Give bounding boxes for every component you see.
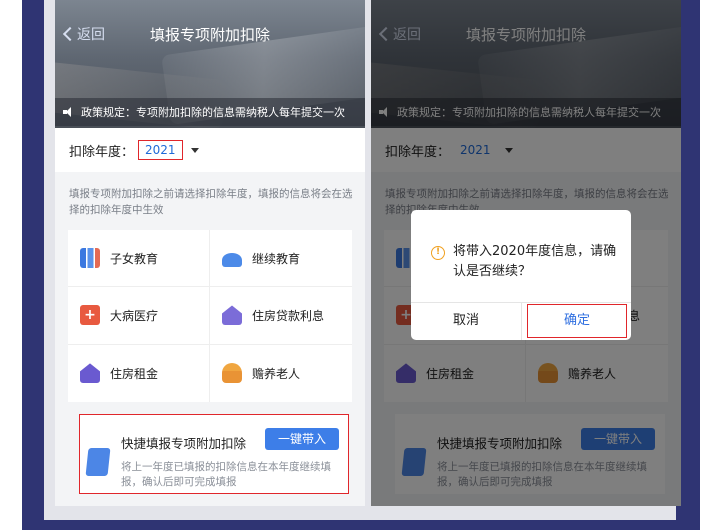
house-yen-icon bbox=[222, 305, 242, 326]
medical-kit-icon bbox=[80, 305, 100, 326]
books-icon bbox=[80, 248, 100, 269]
category-label: 住房租金 bbox=[110, 366, 159, 381]
graduation-cap-icon bbox=[222, 253, 242, 268]
year-selector[interactable]: 扣除年度： 2021 bbox=[55, 128, 365, 172]
category-children-education[interactable]: 子女教育 bbox=[68, 230, 210, 288]
category-label: 住房贷款利息 bbox=[252, 308, 325, 323]
page-title: 填报专项附加扣除 bbox=[149, 26, 270, 44]
year-label: 扣除年度： bbox=[69, 144, 135, 160]
year-value[interactable]: 2021 bbox=[138, 140, 183, 160]
category-label: 继续教育 bbox=[252, 251, 301, 266]
elderly-person-icon bbox=[222, 363, 242, 384]
speaker-icon bbox=[63, 107, 75, 117]
cancel-button[interactable]: 取消 bbox=[411, 302, 521, 340]
hint-text: 填报专项附加扣除之前请选择扣除年度，填报的信息将会在选择的扣除年度中生效 bbox=[69, 188, 353, 216]
dialog-message: 将带入2020年度信息，请确认是否继续？ bbox=[453, 244, 617, 279]
confirm-button[interactable]: 确定 bbox=[527, 304, 627, 338]
screen-confirm-dialog: 返回 填报专项附加扣除 政策规定：专项附加扣除的信息需纳税人每年提交一次 扣除年… bbox=[371, 0, 681, 506]
policy-text: 政策规定：专项附加扣除的信息需纳税人每年提交一次 bbox=[81, 106, 345, 119]
category-continuing-education[interactable]: 继续教育 bbox=[210, 230, 352, 288]
category-medical[interactable]: 大病医疗 bbox=[68, 287, 210, 345]
category-label: 子女教育 bbox=[110, 251, 159, 266]
house-key-icon bbox=[80, 363, 100, 384]
caret-down-icon[interactable] bbox=[190, 147, 199, 153]
screen-deduction-form: 返回 填报专项附加扣除 政策规定：专项附加扣除的信息需纳税人每年提交一次 扣除年… bbox=[55, 0, 365, 506]
policy-notice: 政策规定：专项附加扣除的信息需纳税人每年提交一次 bbox=[55, 98, 365, 126]
category-grid: 子女教育 继续教育 大病医疗 住房贷款利息 住房租金 赡养老人 bbox=[68, 230, 352, 402]
category-elderly-support[interactable]: 赡养老人 bbox=[210, 345, 352, 402]
category-label: 大病医疗 bbox=[110, 308, 159, 323]
highlight-box bbox=[79, 414, 349, 494]
category-housing-rent[interactable]: 住房租金 bbox=[68, 344, 210, 402]
warning-icon: ! bbox=[431, 246, 445, 260]
category-housing-loan[interactable]: 住房贷款利息 bbox=[210, 287, 352, 345]
confirm-dialog: ! 将带入2020年度信息，请确认是否继续？ 取消 确定 bbox=[411, 210, 631, 340]
header-banner: 返回 填报专项附加扣除 政策规定：专项附加扣除的信息需纳税人每年提交一次 bbox=[55, 0, 365, 128]
divider bbox=[521, 302, 522, 340]
category-label: 赡养老人 bbox=[252, 366, 301, 381]
